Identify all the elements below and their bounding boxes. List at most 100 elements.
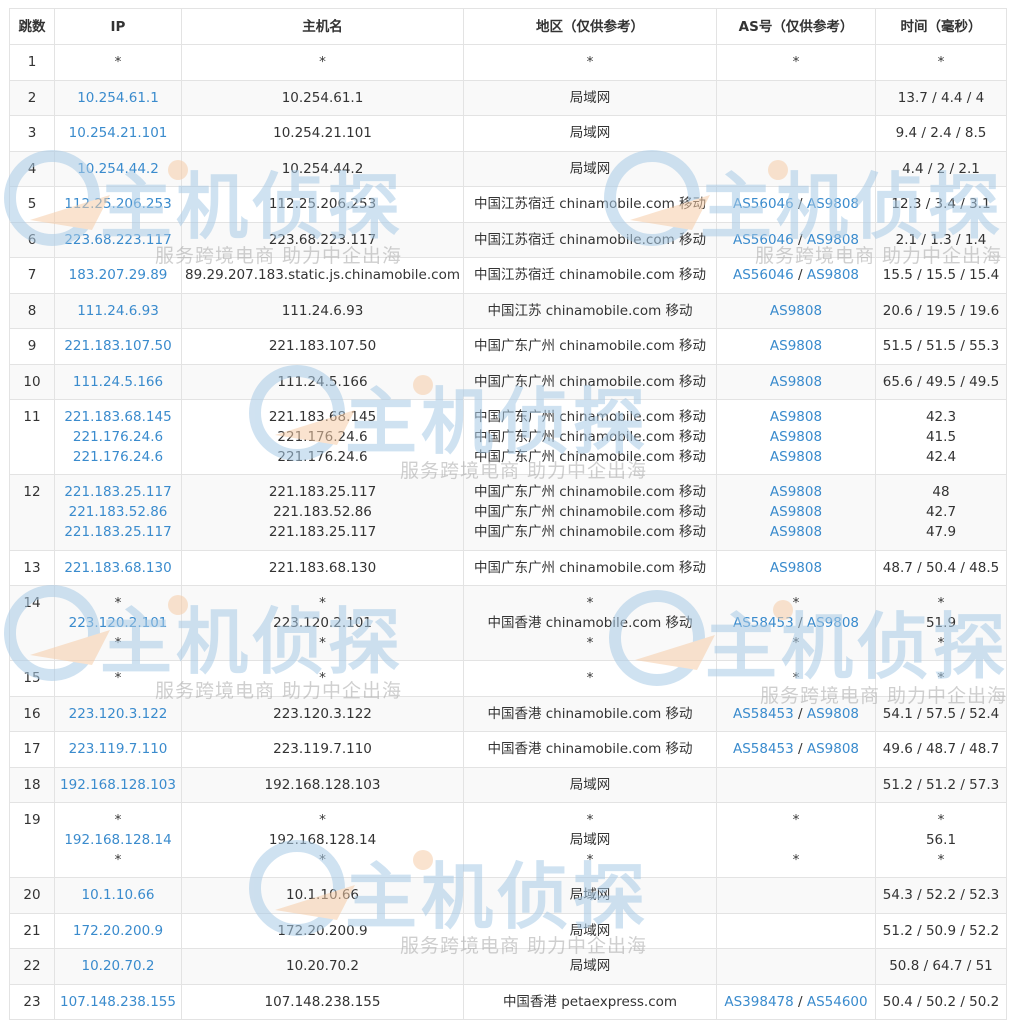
as-number-link[interactable]: AS56046	[733, 232, 794, 248]
region-text: 局域网	[569, 958, 611, 974]
table-row: 16 223.120.3.122 223.120.3.122 中国香港 chinamo…	[9, 696, 1007, 732]
time-cell: 15.5 / 15.5 / 15.4	[875, 257, 1007, 294]
hop-cell: 17	[9, 731, 55, 768]
as-number-link[interactable]: AS9808	[770, 374, 822, 390]
as-number-link[interactable]: AS58453	[733, 706, 794, 722]
time-cell: 51.2 / 50.9 / 52.2	[875, 913, 1007, 949]
as-number-link[interactable]: AS9808	[770, 303, 822, 319]
time-cell: *	[875, 660, 1007, 697]
as-number-link[interactable]: AS54600	[807, 994, 868, 1010]
region-cell: 中国广东广州 chinamobile.com 移动	[463, 550, 717, 586]
as-number-link[interactable]: AS9808	[770, 409, 822, 425]
region-cell: 中国广东广州 chinamobile.com 移动 中国广东广州 chinamob…	[463, 474, 717, 551]
ip-cell: 221.183.107.50	[54, 328, 182, 365]
hop-cell: 19	[9, 802, 55, 878]
ip-address[interactable]: 221.183.52.86	[57, 502, 179, 522]
as-number-link[interactable]: AS9808	[807, 741, 859, 757]
ip-address[interactable]: 223.120.2.101	[57, 613, 179, 633]
as-number-link[interactable]: AS9808	[770, 429, 822, 445]
time-value: 49.6 / 48.7 / 48.7	[882, 741, 1000, 757]
time-value: 9.4 / 2.4 / 8.5	[895, 125, 987, 141]
hostname-text: 221.183.25.117	[268, 484, 377, 500]
as-cell	[716, 948, 876, 985]
hostname-text: 221.176.24.6	[277, 429, 368, 445]
ip-address[interactable]: 192.168.128.103	[57, 775, 179, 795]
as-number-link[interactable]: AS56046	[733, 196, 794, 212]
ip-address[interactable]: 221.176.24.6	[57, 427, 179, 447]
region-text: 中国广东广州 chinamobile.com 移动	[473, 338, 707, 354]
hostname-text: 221.183.107.50	[268, 338, 377, 354]
ip-address[interactable]: 107.148.238.155	[57, 992, 179, 1012]
as-line: AS398478 / AS54600	[719, 992, 873, 1012]
ip-address[interactable]: 223.120.3.122	[57, 704, 179, 724]
ip-address[interactable]: 10.1.10.66	[57, 885, 179, 905]
hostname-text: *	[319, 812, 326, 828]
ip-cell: 107.148.238.155	[54, 984, 182, 1020]
hostname-cell: 221.183.68.130	[181, 550, 464, 586]
hop-cell: 22	[9, 948, 55, 985]
ip-address[interactable]: 10.254.61.1	[57, 88, 179, 108]
region-cell: 局域网	[463, 115, 717, 152]
ip-address[interactable]: 221.183.107.50	[57, 336, 179, 356]
table-row: 3 10.254.21.101 10.254.21.101 局域网 9.4 / 2.4 …	[9, 115, 1007, 152]
as-cell: AS9808	[716, 328, 876, 365]
ip-cell: 112.25.206.253	[54, 186, 182, 223]
hostname-text: 221.183.68.145	[268, 409, 377, 425]
hop-cell: 16	[9, 696, 55, 732]
ip-address[interactable]: 221.176.24.6	[57, 447, 179, 467]
as-number-link[interactable]: AS56046	[733, 267, 794, 283]
ip-cell: 111.24.5.166	[54, 364, 182, 400]
region-cell: 中国江苏 chinamobile.com 移动	[463, 293, 717, 329]
ip-address[interactable]: 111.24.6.93	[57, 301, 179, 321]
ip-address[interactable]: 111.24.5.166	[57, 372, 179, 392]
as-number-link[interactable]: AS58453	[733, 615, 794, 631]
as-number-link[interactable]: AS9808	[807, 267, 859, 283]
as-separator: /	[793, 267, 807, 283]
table-row: 10 111.24.5.166 111.24.5.166 中国广东广州 chinamo…	[9, 364, 1007, 400]
as-number-link[interactable]: AS398478	[724, 994, 793, 1010]
ip-address[interactable]: 183.207.29.89	[57, 265, 179, 285]
ip-address[interactable]: 223.68.223.117	[57, 230, 179, 250]
ip-address[interactable]: 223.119.7.110	[57, 739, 179, 759]
ip-address[interactable]: 221.183.25.117	[57, 522, 179, 542]
as-number-link[interactable]: AS58453	[733, 741, 794, 757]
region-text: 中国广东广州 chinamobile.com 移动	[473, 504, 707, 520]
time-cell: 20.6 / 19.5 / 19.6	[875, 293, 1007, 329]
hostname-text: *	[319, 670, 326, 686]
hostname-cell: 172.20.200.9	[181, 913, 464, 949]
time-cell: 4.4 / 2 / 2.1	[875, 151, 1007, 187]
ip-address[interactable]: 192.168.128.14	[57, 830, 179, 850]
as-number-link[interactable]: AS9808	[807, 232, 859, 248]
hostname-cell: * 223.120.2.101 *	[181, 585, 464, 661]
ip-address[interactable]: 221.183.68.130	[57, 558, 179, 578]
as-number-link[interactable]: AS9808	[807, 615, 859, 631]
as-number-link[interactable]: AS9808	[770, 504, 822, 520]
as-number-link[interactable]: AS9808	[770, 524, 822, 540]
ip-address[interactable]: 172.20.200.9	[57, 921, 179, 941]
ip-cell: 223.119.7.110	[54, 731, 182, 768]
as-number-link[interactable]: AS9808	[807, 706, 859, 722]
ip-address[interactable]: 221.183.68.145	[57, 407, 179, 427]
as-number-link[interactable]: AS9808	[770, 338, 822, 354]
region-text: 中国广东广州 chinamobile.com 移动	[473, 449, 707, 465]
ip-address[interactable]: 112.25.206.253	[57, 194, 179, 214]
ip-address[interactable]: 10.254.44.2	[57, 159, 179, 179]
header-as: AS号（仅供参考）	[716, 8, 876, 45]
time-value: 47.9	[925, 524, 957, 540]
ip-address[interactable]: 10.254.21.101	[57, 123, 179, 143]
as-cell: * AS58453 / AS9808 *	[716, 585, 876, 661]
ip-address[interactable]: 221.183.25.117	[57, 482, 179, 502]
as-number-link[interactable]: AS9808	[807, 196, 859, 212]
header-ip: IP	[54, 8, 182, 45]
as-number-link[interactable]: AS9808	[770, 560, 822, 576]
region-cell: 中国香港 chinamobile.com 移动	[463, 731, 717, 768]
as-number-link[interactable]: AS9808	[770, 449, 822, 465]
hostname-text: 111.24.6.93	[281, 303, 364, 319]
as-cell: AS9808 AS9808 AS9808	[716, 474, 876, 551]
ip-address[interactable]: 10.20.70.2	[57, 956, 179, 976]
hop-cell: 10	[9, 364, 55, 400]
time-value: 13.7 / 4.4 / 4	[897, 90, 985, 106]
ip-address: *	[114, 595, 122, 611]
hostname-cell: 223.68.223.117	[181, 222, 464, 258]
as-number-link[interactable]: AS9808	[770, 484, 822, 500]
